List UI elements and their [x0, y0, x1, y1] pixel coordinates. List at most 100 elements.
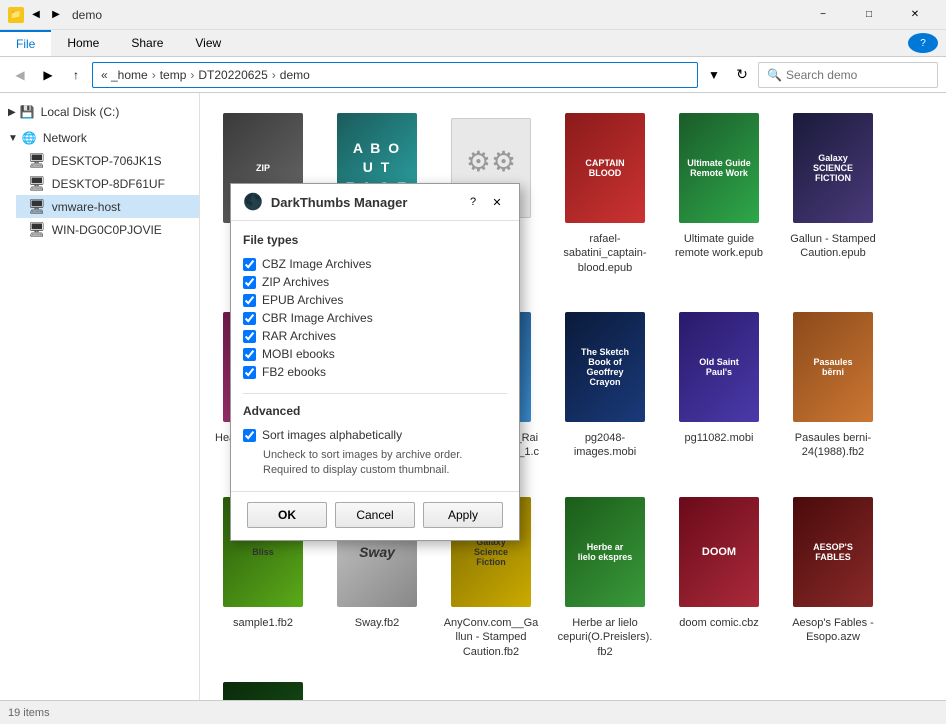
- sort-checkbox[interactable]: [243, 429, 256, 442]
- sidebar-item-win[interactable]: 🖥 WIN-DG0C0PJOVIE: [16, 218, 199, 241]
- file-item-captainblood[interactable]: CAPTAINBLOOD rafael-sabatini_captain-blo…: [550, 101, 660, 296]
- file-name-remotework: Ultimate guide remote work.epub: [671, 232, 767, 261]
- file-thumb-pasaules: Pasaulesbērni: [788, 307, 878, 427]
- file-item-aesop[interactable]: AESOP'SFABLES Aesop's Fables - Esopo.azw: [778, 485, 888, 666]
- file-thumb-littledorrit: LITTLEDORRIT: [218, 677, 308, 700]
- file-thumb-doom: DOOM: [674, 492, 764, 612]
- network-arrow: ▼: [8, 133, 18, 144]
- sidebar-item-desktop2[interactable]: 🖥 DESKTOP-8DF61UF: [16, 172, 199, 195]
- computer-icon-4: 🖥: [28, 221, 46, 238]
- forward-nav-icon: ▶: [48, 7, 64, 23]
- dialog-title-text: DarkThumbs Manager: [271, 195, 408, 210]
- tab-share[interactable]: Share: [115, 30, 179, 56]
- file-name-sway: Sway.fb2: [355, 616, 399, 630]
- ribbon: File Home Share View ?: [0, 30, 946, 57]
- address-breadcrumb[interactable]: « _home › temp › DT20220625 › demo: [92, 62, 698, 88]
- network-label: Network: [43, 131, 87, 145]
- status-bar: 19 items: [0, 700, 946, 724]
- drive-icon: 💾: [20, 105, 35, 119]
- file-types-label: File types: [243, 233, 507, 247]
- sidebar-item-network[interactable]: ▼ 🌐 Network: [0, 127, 199, 149]
- checkbox-mobi: MOBI ebooks: [243, 345, 507, 363]
- forward-button[interactable]: ▶: [36, 63, 60, 87]
- search-input[interactable]: [786, 68, 929, 82]
- dialog-title-bar: 🌑 DarkThumbs Manager ? ✕: [231, 184, 519, 221]
- file-item-pg2048[interactable]: The SketchBook ofGeoffreyCrayon pg2048-i…: [550, 300, 660, 481]
- checkbox-rar: RAR Archives: [243, 327, 507, 345]
- dialog-body: File types CBZ Image Archives ZIP Archiv…: [231, 221, 519, 491]
- refresh-button[interactable]: ↻: [730, 63, 754, 87]
- file-grid: ZIP webps2.zip A B OU TF A C E Alan Coop…: [200, 93, 946, 700]
- mobi-checkbox[interactable]: [243, 348, 256, 361]
- up-button[interactable]: ↑: [64, 63, 88, 87]
- main-layout: ▶ 💾 Local Disk (C:) ▼ 🌐 Network 🖥 DESKTO…: [0, 93, 946, 700]
- fb2-checkbox[interactable]: [243, 366, 256, 379]
- win-label: WIN-DG0C0PJOVIE: [52, 223, 162, 237]
- file-name-herbe: Herbe ar lielo cepuri(O.Preislers).fb2: [557, 616, 653, 659]
- dialog-window-controls: ? ✕: [463, 192, 507, 212]
- file-item-herbe[interactable]: Herbe arlielo ekspres Herbe ar lielo cep…: [550, 485, 660, 666]
- sort-label: Sort images alphabetically: [262, 428, 402, 442]
- sidebar-item-local-disk[interactable]: ▶ 💾 Local Disk (C:): [0, 101, 199, 123]
- cbz-checkbox[interactable]: [243, 258, 256, 271]
- cbr-checkbox[interactable]: [243, 312, 256, 325]
- tab-view[interactable]: View: [179, 30, 237, 56]
- file-item-doom[interactable]: DOOM doom comic.cbz: [664, 485, 774, 666]
- help-button[interactable]: ?: [908, 33, 938, 53]
- file-item-remotework[interactable]: Ultimate GuideRemote Work Ultimate guide…: [664, 101, 774, 296]
- file-thumb-remotework: Ultimate GuideRemote Work: [674, 108, 764, 228]
- breadcrumb-demo[interactable]: demo: [280, 68, 310, 82]
- tab-home[interactable]: Home: [51, 30, 115, 56]
- file-thumb-aesop: AESOP'SFABLES: [788, 492, 878, 612]
- dialog-footer: OK Cancel Apply: [231, 491, 519, 540]
- checkbox-epub: EPUB Archives: [243, 291, 507, 309]
- ribbon-tabs: File Home Share View ?: [0, 30, 946, 56]
- tab-file[interactable]: File: [0, 30, 51, 56]
- breadcrumb-home[interactable]: « _home: [101, 68, 148, 82]
- file-item-gallun[interactable]: GalaxySCIENCEFICTION Gallun - Stamped Ca…: [778, 101, 888, 296]
- breadcrumb-dt[interactable]: DT20220625: [198, 68, 267, 82]
- fb2-label: FB2 ebooks: [262, 365, 326, 379]
- dialog-close-button[interactable]: ✕: [487, 192, 507, 212]
- sidebar-item-vmware[interactable]: 🖥 vmware-host: [16, 195, 199, 218]
- apply-button[interactable]: Apply: [423, 502, 503, 528]
- address-bar: ◀ ▶ ↑ « _home › temp › DT20220625 › demo…: [0, 57, 946, 93]
- status-text: 19 items: [8, 707, 50, 719]
- close-button[interactable]: ✕: [892, 0, 938, 30]
- maximize-button[interactable]: □: [846, 0, 892, 30]
- mobi-label: MOBI ebooks: [262, 347, 335, 361]
- file-item-pg11082[interactable]: Old SaintPaul's pg11082.mobi: [664, 300, 774, 481]
- minimize-button[interactable]: −: [800, 0, 846, 30]
- checkbox-fb2: FB2 ebooks: [243, 363, 507, 381]
- cbr-label: CBR Image Archives: [262, 311, 373, 325]
- advanced-label: Advanced: [243, 404, 507, 418]
- checkbox-sort: Sort images alphabetically: [243, 426, 507, 444]
- dropdown-button[interactable]: ▼: [702, 63, 726, 87]
- sidebar-network-children: 🖥 DESKTOP-706JK1S 🖥 DESKTOP-8DF61UF 🖥 vm…: [0, 149, 199, 241]
- checkbox-zip: ZIP Archives: [243, 273, 507, 291]
- ok-button[interactable]: OK: [247, 502, 327, 528]
- back-nav-icon: ◀: [28, 7, 44, 23]
- search-box: 🔍: [758, 62, 938, 88]
- file-item-littledorrit[interactable]: LITTLEDORRIT Little Dorrit - (Charles Di…: [208, 670, 318, 700]
- file-item-pasaules[interactable]: Pasaulesbērni Pasaules berni-24(1988).fb…: [778, 300, 888, 481]
- zip-checkbox[interactable]: [243, 276, 256, 289]
- window-title: demo: [72, 8, 800, 22]
- title-bar-icons: 📁 ◀ ▶: [8, 7, 64, 23]
- rar-checkbox[interactable]: [243, 330, 256, 343]
- sidebar-item-desktop1[interactable]: 🖥 DESKTOP-706JK1S: [16, 149, 199, 172]
- file-thumb-captainblood: CAPTAINBLOOD: [560, 108, 650, 228]
- file-name-sample1: sample1.fb2: [233, 616, 293, 630]
- back-button[interactable]: ◀: [8, 63, 32, 87]
- dialog-help-button[interactable]: ?: [463, 192, 483, 212]
- computer-icon-2: 🖥: [28, 175, 46, 192]
- breadcrumb-temp[interactable]: temp: [160, 68, 187, 82]
- epub-checkbox[interactable]: [243, 294, 256, 307]
- folder-icon-small: 📁: [8, 7, 24, 23]
- file-name-aesop: Aesop's Fables - Esopo.azw: [785, 616, 881, 645]
- desktop2-label: DESKTOP-8DF61UF: [52, 177, 165, 191]
- cancel-button[interactable]: Cancel: [335, 502, 415, 528]
- advanced-section: Advanced Sort images alphabetically Unch…: [243, 393, 507, 479]
- file-name-pg11082: pg11082.mobi: [685, 431, 754, 445]
- title-bar: 📁 ◀ ▶ demo − □ ✕: [0, 0, 946, 30]
